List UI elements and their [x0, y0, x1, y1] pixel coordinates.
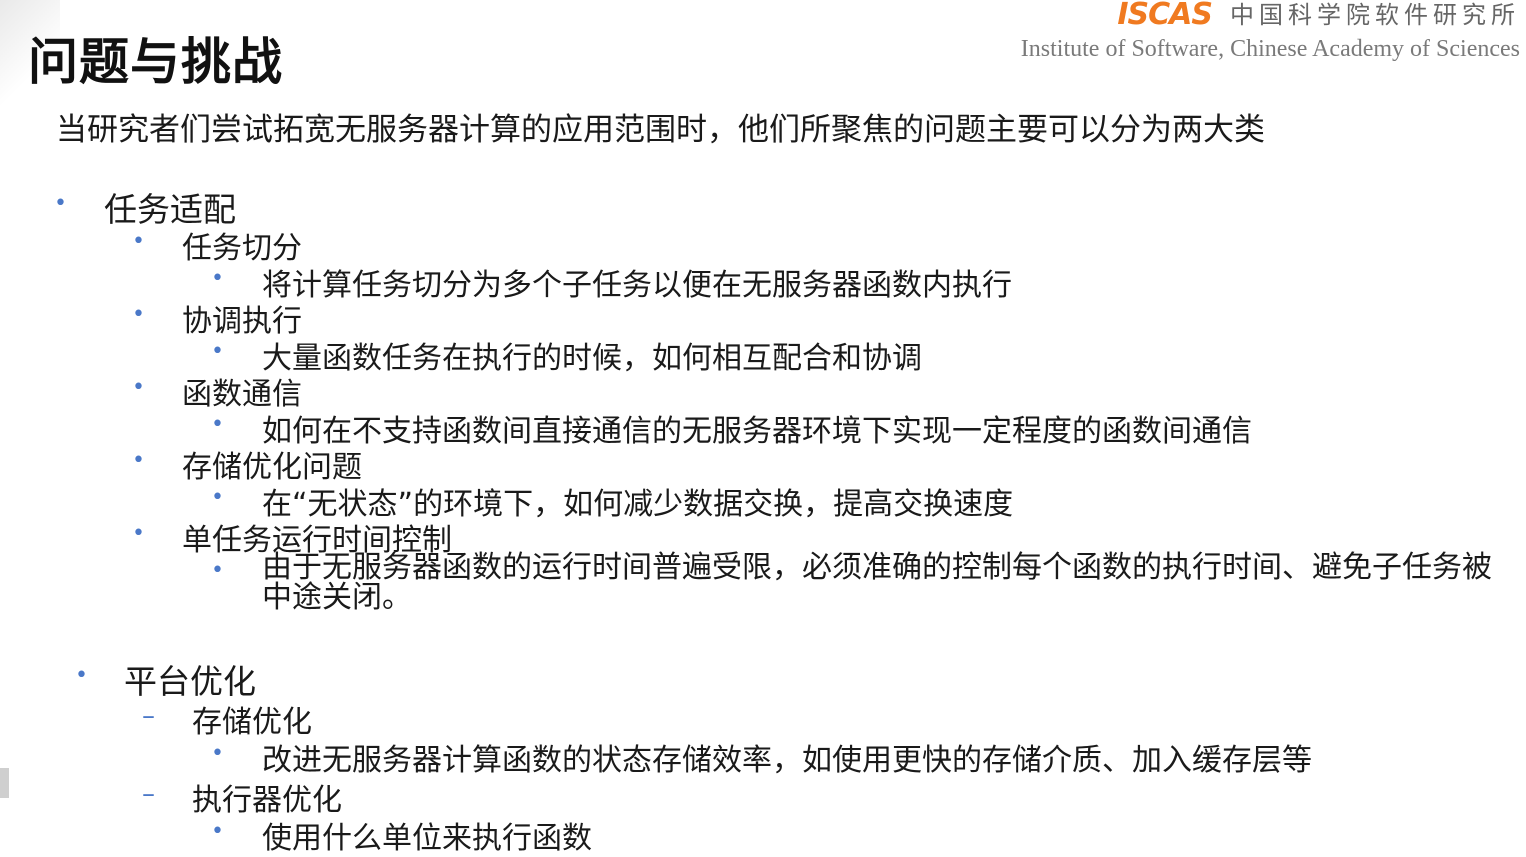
- bullet-icon: •: [132, 229, 145, 254]
- dash-icon: –: [142, 779, 155, 809]
- left-edge-mark: [0, 768, 9, 798]
- bullet-icon: •: [211, 485, 224, 510]
- list-item-detail: 由于无服务器函数的运行时间普遍受限，必须准确的控制每个函数的执行时间、避免子任务…: [262, 550, 1492, 615]
- iscas-logo: ISCAS 中国科学院软件研究所 Institute of Software, …: [1021, 0, 1520, 70]
- logo-english-name: Institute of Software, Chinese Academy o…: [1020, 36, 1520, 62]
- bullet-icon: •: [211, 339, 224, 364]
- bullet-icon: •: [132, 375, 145, 400]
- bullet-icon: •: [132, 521, 145, 546]
- intro-text: 当研究者们尝试拓宽无服务器计算的应用范围时，他们所聚焦的问题主要可以分为两大类: [56, 112, 1265, 148]
- bullet-icon: •: [75, 663, 88, 688]
- bullet-icon: •: [132, 448, 145, 473]
- bullet-icon: •: [211, 558, 224, 583]
- list-item-detail: 如何在不支持函数间直接通信的无服务器环境下实现一定程度的函数间通信: [262, 414, 1252, 449]
- section-heading: 平台优化: [124, 662, 256, 701]
- list-item-detail: 使用什么单位来执行函数: [262, 821, 592, 856]
- list-item-detail: 改进无服务器计算函数的状态存储效率，如使用更快的存储介质、加入缓存层等: [262, 743, 1312, 778]
- list-item-detail: 将计算任务切分为多个子任务以便在无服务器函数内执行: [262, 268, 1012, 303]
- dash-icon: –: [142, 701, 155, 731]
- bullet-icon: •: [211, 412, 224, 437]
- bullet-icon: •: [211, 819, 224, 844]
- page-title: 问题与挑战: [28, 33, 283, 91]
- logo-mark: ISCAS: [1117, 0, 1213, 32]
- bullet-icon: •: [54, 191, 67, 216]
- list-item-detail: 大量函数任务在执行的时候，如何相互配合和协调: [262, 341, 922, 376]
- bullet-icon: •: [132, 302, 145, 327]
- logo-chinese-name: 中国科学院软件研究所: [1230, 1, 1520, 29]
- bullet-icon: •: [211, 741, 224, 766]
- bullet-icon: •: [211, 266, 224, 291]
